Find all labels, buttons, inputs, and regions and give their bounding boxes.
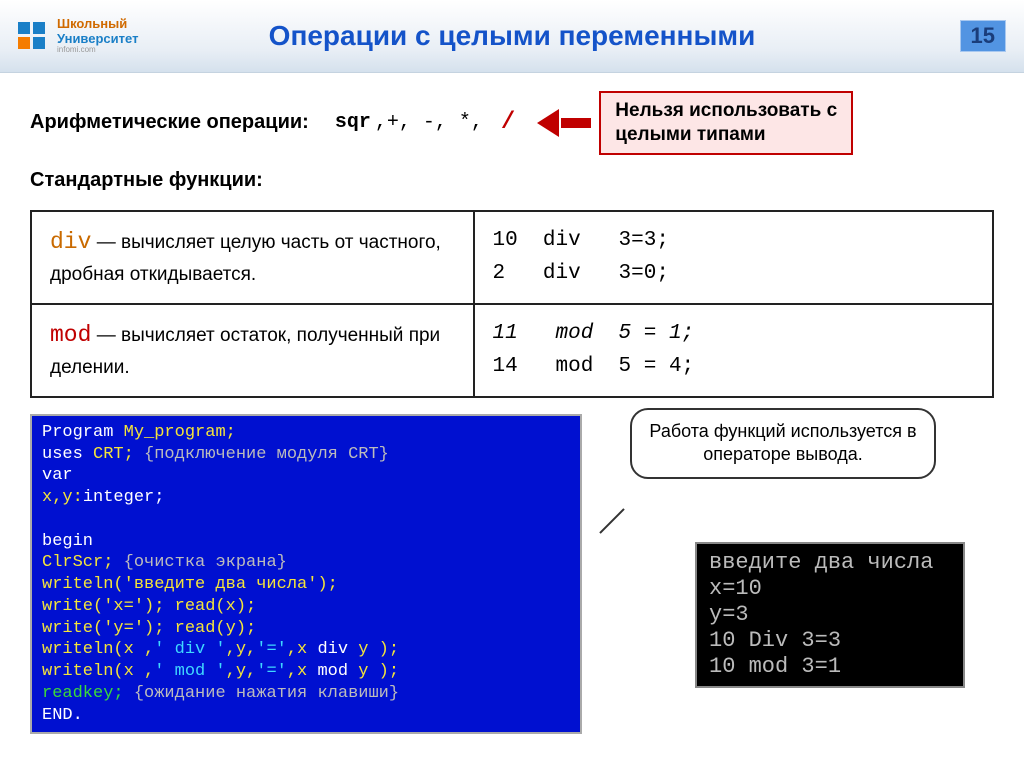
arithmetic-row: Арифметические операции: sqr ,+, -, *, /…	[30, 91, 994, 155]
arrow-bar	[561, 118, 591, 128]
div-examples: 10 div 3=3; 2 div 3=0;	[474, 211, 993, 304]
mod-desc: mod — вычисляет остаток, полученный при …	[31, 304, 474, 397]
callout-connector	[599, 508, 624, 533]
table-row: div — вычисляет целую часть от частного,…	[31, 211, 993, 304]
logo: Школьный Университет infomi.com	[18, 17, 138, 54]
mod-examples: 11 mod 5 = 1; 14 mod 5 = 4;	[474, 304, 993, 397]
arrow-left-icon	[537, 109, 559, 137]
op-sqr: sqr	[335, 111, 371, 134]
arithmetic-label: Арифметические операции:	[30, 111, 309, 134]
warning-box: Нельзя использовать с целыми типами	[599, 91, 853, 155]
pascal-code-screenshot: Program My_program; uses CRT; {подключен…	[30, 414, 582, 735]
program-output-screenshot: введите два числа x=10 y=3 10 Div 3=3 10…	[695, 542, 965, 688]
op-divide: /	[501, 109, 515, 136]
logo-text: Школьный Университет infomi.com	[57, 17, 138, 54]
div-desc: div — вычисляет целую часть от частного,…	[31, 211, 474, 304]
functions-table: div — вычисляет целую часть от частного,…	[30, 210, 994, 398]
ops-list: ,+, -, *,	[375, 111, 483, 134]
logo-icon	[18, 22, 45, 49]
page-title: Операции с целыми переменными	[0, 20, 1024, 52]
header: Школьный Университет infomi.com Операции…	[0, 0, 1024, 73]
std-functions-label: Стандартные функции:	[30, 169, 994, 192]
callout-bubble: Работа функций используется в операторе …	[630, 408, 936, 479]
page-number-badge: 15	[960, 20, 1006, 52]
table-row: mod — вычисляет остаток, полученный при …	[31, 304, 993, 397]
screenshots-row: Program My_program; uses CRT; {подключен…	[30, 414, 994, 735]
